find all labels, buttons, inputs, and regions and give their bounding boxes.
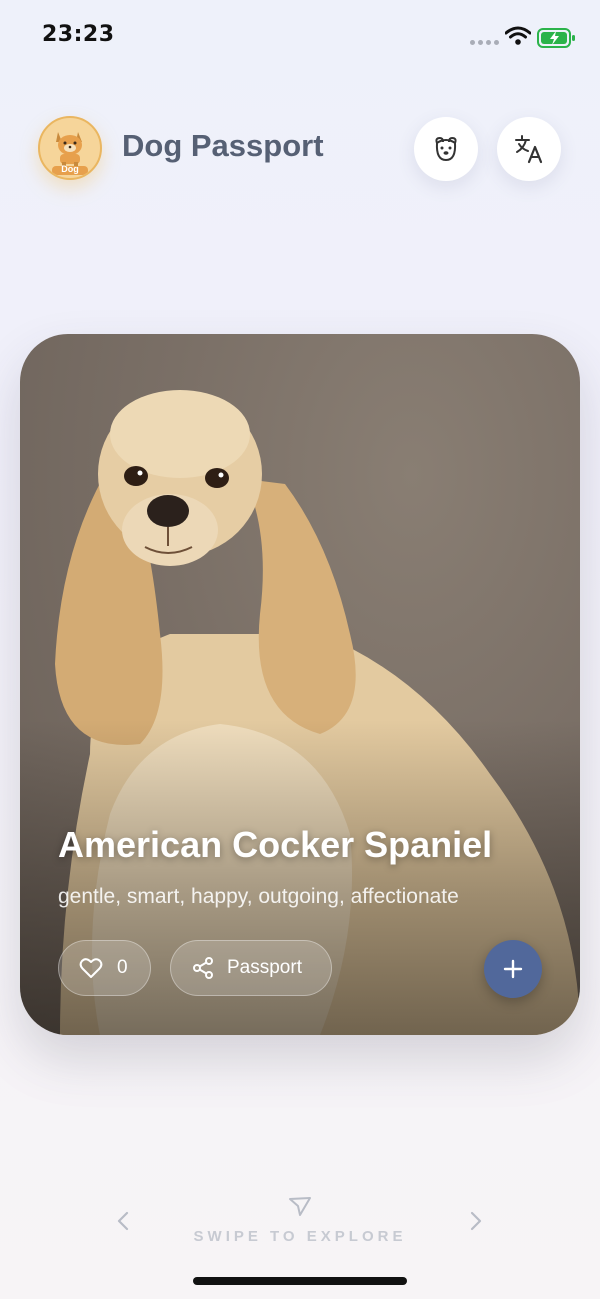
status-bar: 23:23 — [0, 0, 600, 72]
passport-label: Passport — [227, 957, 302, 978]
breed-name: American Cocker Spaniel — [58, 824, 493, 865]
status-time: 23:23 — [42, 22, 115, 47]
chevron-right-icon[interactable] — [467, 1210, 485, 1232]
card-overlay — [20, 334, 580, 1035]
app-title: Dog Passport — [122, 128, 324, 163]
swipe-hint: SWIPE TO EXPLORE — [193, 1228, 407, 1245]
plus-icon — [503, 959, 523, 979]
passport-share-button[interactable]: Passport — [170, 940, 332, 996]
app-logo: Dog — [38, 116, 102, 180]
translate-icon — [515, 135, 543, 164]
share-icon — [193, 957, 213, 979]
dog-profile-button[interactable] — [414, 117, 478, 181]
breed-card[interactable]: American Cocker Spaniel gentle, smart, h… — [20, 334, 580, 1035]
add-button[interactable] — [484, 940, 542, 998]
battery-icon — [537, 28, 575, 48]
like-button[interactable]: 0 — [58, 940, 151, 996]
signal-icon — [470, 40, 499, 45]
translate-button[interactable] — [497, 117, 561, 181]
dog-face-icon — [435, 137, 457, 162]
logo-text: Dog — [61, 164, 79, 174]
home-indicator — [193, 1277, 407, 1285]
wifi-icon — [505, 26, 531, 45]
swipe-navigation: SWIPE TO EXPLORE — [0, 1190, 600, 1250]
heart-icon — [79, 958, 103, 978]
app-header: Dog Dog Passport — [0, 112, 600, 192]
navigation-arrow-icon — [289, 1197, 311, 1216]
breed-traits: gentle, smart, happy, outgoing, affectio… — [58, 885, 459, 908]
like-count: 0 — [117, 957, 128, 978]
